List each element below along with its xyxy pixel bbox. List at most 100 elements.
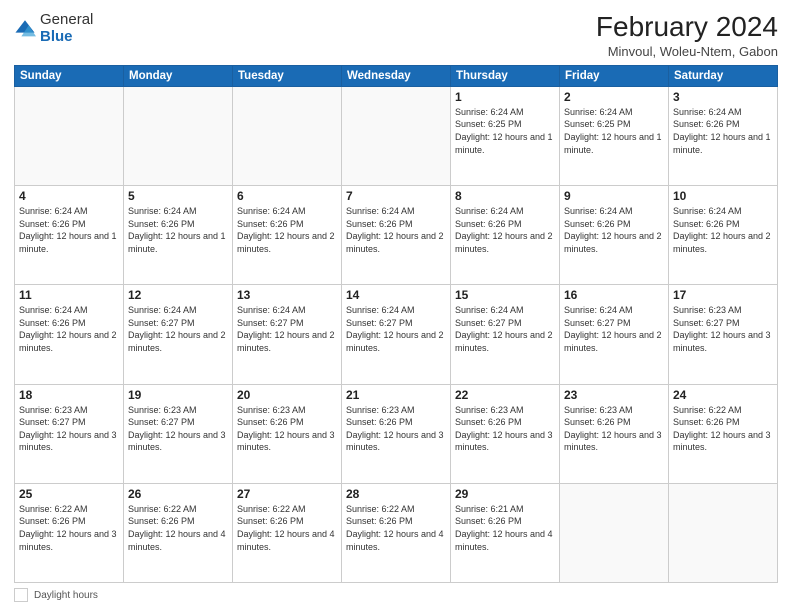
day-info: Sunrise: 6:23 AM Sunset: 6:26 PM Dayligh… <box>564 404 664 454</box>
day-info: Sunrise: 6:24 AM Sunset: 6:26 PM Dayligh… <box>128 205 228 255</box>
legend-label: Daylight hours <box>34 590 98 601</box>
day-number: 27 <box>237 487 337 501</box>
logo-blue: Blue <box>40 28 73 45</box>
day-number: 21 <box>346 388 446 402</box>
logo-icon <box>14 18 36 40</box>
day-number: 18 <box>19 388 119 402</box>
calendar-cell: 28 Sunrise: 6:22 AM Sunset: 6:26 PM Dayli… <box>342 483 451 582</box>
day-number: 9 <box>564 189 664 203</box>
day-info: Sunrise: 6:24 AM Sunset: 6:26 PM Dayligh… <box>673 106 773 156</box>
calendar-day-header-wednesday: Wednesday <box>342 65 451 86</box>
calendar-cell: 1Sunrise: 6:24 AM Sunset: 6:25 PM Daylig… <box>451 86 560 185</box>
calendar-cell: 11Sunrise: 6:24 AM Sunset: 6:26 PM Dayli… <box>15 285 124 384</box>
day-info: Sunrise: 6:22 AM Sunset: 6:26 PM Dayligh… <box>237 503 337 553</box>
calendar-day-header-saturday: Saturday <box>669 65 778 86</box>
day-number: 24 <box>673 388 773 402</box>
calendar-week-row: 1 Sunrise: 6:24 AM Sunset: 6:25 PM Daylig… <box>15 86 778 185</box>
header: General Blue February 2024 Minvoul, Wole… <box>14 12 778 59</box>
calendar-day-header-friday: Friday <box>560 65 669 86</box>
day-info: Sunrise: 6:22 AM Sunset: 6:26 PM Dayligh… <box>673 404 773 454</box>
calendar-cell: 4Sunrise: 6:24 AM Sunset: 6:26 PM Daylig… <box>15 186 124 285</box>
day-number: 8 <box>455 189 555 203</box>
calendar-cell: 9 Sunrise: 6:24 AM Sunset: 6:26 PM Daylig… <box>560 186 669 285</box>
calendar-cell: 23 Sunrise: 6:23 AM Sunset: 6:26 PM Dayli… <box>560 384 669 483</box>
calendar-cell: 13 Sunrise: 6:24 AM Sunset: 6:27 PM Dayli… <box>233 285 342 384</box>
day-info: Sunrise: 6:22 AM Sunset: 6:26 PM Dayligh… <box>19 503 119 553</box>
day-info: Sunrise: 6:23 AM Sunset: 6:27 PM Dayligh… <box>128 404 228 454</box>
calendar-day-header-sunday: Sunday <box>15 65 124 86</box>
calendar-cell: 17 Sunrise: 6:23 AM Sunset: 6:27 PM Dayli… <box>669 285 778 384</box>
calendar-cell: 8 Sunrise: 6:24 AM Sunset: 6:26 PM Daylig… <box>451 186 560 285</box>
page: General Blue February 2024 Minvoul, Wole… <box>0 0 792 612</box>
main-title: February 2024 <box>596 12 778 43</box>
legend: Daylight hours <box>14 588 778 602</box>
day-info: Sunrise: 6:23 AM Sunset: 6:27 PM Dayligh… <box>19 404 119 454</box>
calendar-cell: 5Sunrise: 6:24 AM Sunset: 6:26 PM Daylig… <box>124 186 233 285</box>
calendar-cell: 25 Sunrise: 6:22 AM Sunset: 6:26 PM Dayli… <box>15 483 124 582</box>
calendar-week-row: 4 Sunrise: 6:24 AM Sunset: 6:26 PM Daylig… <box>15 186 778 285</box>
calendar-day-header-monday: Monday <box>124 65 233 86</box>
day-info: Sunrise: 6:23 AM Sunset: 6:27 PM Dayligh… <box>673 304 773 354</box>
day-number: 12 <box>128 288 228 302</box>
day-number: 15 <box>455 288 555 302</box>
calendar-cell <box>233 86 342 185</box>
calendar-cell: 20Sunrise: 6:23 AM Sunset: 6:26 PM Dayli… <box>233 384 342 483</box>
day-info: Sunrise: 6:24 AM Sunset: 6:27 PM Dayligh… <box>237 304 337 354</box>
day-info: Sunrise: 6:24 AM Sunset: 6:26 PM Dayligh… <box>237 205 337 255</box>
legend-box <box>14 588 28 602</box>
calendar-cell: 22Sunrise: 6:23 AM Sunset: 6:26 PM Dayli… <box>451 384 560 483</box>
day-number: 1 <box>455 90 555 104</box>
calendar-cell: 2 Sunrise: 6:24 AM Sunset: 6:25 PM Daylig… <box>560 86 669 185</box>
day-number: 13 <box>237 288 337 302</box>
calendar-cell <box>15 86 124 185</box>
calendar-cell: 12 Sunrise: 6:24 AM Sunset: 6:27 PM Dayli… <box>124 285 233 384</box>
calendar-cell: 3 Sunrise: 6:24 AM Sunset: 6:26 PM Daylig… <box>669 86 778 185</box>
logo-general: General <box>40 11 93 28</box>
calendar-cell: 7Sunrise: 6:24 AM Sunset: 6:26 PM Daylig… <box>342 186 451 285</box>
day-info: Sunrise: 6:24 AM Sunset: 6:26 PM Dayligh… <box>564 205 664 255</box>
day-info: Sunrise: 6:24 AM Sunset: 6:27 PM Dayligh… <box>346 304 446 354</box>
calendar-day-header-thursday: Thursday <box>451 65 560 86</box>
day-info: Sunrise: 6:24 AM Sunset: 6:26 PM Dayligh… <box>673 205 773 255</box>
day-info: Sunrise: 6:24 AM Sunset: 6:26 PM Dayligh… <box>19 304 119 354</box>
day-info: Sunrise: 6:24 AM Sunset: 6:27 PM Dayligh… <box>128 304 228 354</box>
day-info: Sunrise: 6:24 AM Sunset: 6:26 PM Dayligh… <box>455 205 555 255</box>
day-info: Sunrise: 6:23 AM Sunset: 6:26 PM Dayligh… <box>237 404 337 454</box>
calendar-cell: 16 Sunrise: 6:24 AM Sunset: 6:27 PM Dayli… <box>560 285 669 384</box>
day-number: 2 <box>564 90 664 104</box>
day-info: Sunrise: 6:22 AM Sunset: 6:26 PM Dayligh… <box>346 503 446 553</box>
day-number: 10 <box>673 189 773 203</box>
day-number: 17 <box>673 288 773 302</box>
calendar-cell: 29 Sunrise: 6:21 AM Sunset: 6:26 PM Dayli… <box>451 483 560 582</box>
day-number: 28 <box>346 487 446 501</box>
title-block: February 2024 Minvoul, Woleu-Ntem, Gabon <box>596 12 778 59</box>
calendar-week-row: 18 Sunrise: 6:23 AM Sunset: 6:27 PM Dayli… <box>15 384 778 483</box>
day-info: Sunrise: 6:21 AM Sunset: 6:26 PM Dayligh… <box>455 503 555 553</box>
day-info: Sunrise: 6:24 AM Sunset: 6:25 PM Dayligh… <box>564 106 664 156</box>
calendar-day-header-tuesday: Tuesday <box>233 65 342 86</box>
day-info: Sunrise: 6:24 AM Sunset: 6:26 PM Dayligh… <box>346 205 446 255</box>
calendar-cell <box>560 483 669 582</box>
logo-text: General Blue <box>40 12 93 45</box>
day-number: 4 <box>19 189 119 203</box>
calendar-cell: 15Sunrise: 6:24 AM Sunset: 6:27 PM Dayli… <box>451 285 560 384</box>
day-number: 23 <box>564 388 664 402</box>
day-number: 25 <box>19 487 119 501</box>
day-number: 29 <box>455 487 555 501</box>
calendar-cell: 19Sunrise: 6:23 AM Sunset: 6:27 PM Dayli… <box>124 384 233 483</box>
subtitle: Minvoul, Woleu-Ntem, Gabon <box>596 44 778 59</box>
calendar-cell: 26 Sunrise: 6:22 AM Sunset: 6:26 PM Dayli… <box>124 483 233 582</box>
day-number: 3 <box>673 90 773 104</box>
calendar-cell <box>342 86 451 185</box>
calendar-header-row: SundayMondayTuesdayWednesdayThursdayFrid… <box>15 65 778 86</box>
calendar-cell <box>669 483 778 582</box>
calendar-cell: 10 Sunrise: 6:24 AM Sunset: 6:26 PM Dayli… <box>669 186 778 285</box>
day-number: 14 <box>346 288 446 302</box>
calendar-cell <box>124 86 233 185</box>
day-number: 16 <box>564 288 664 302</box>
day-info: Sunrise: 6:24 AM Sunset: 6:27 PM Dayligh… <box>564 304 664 354</box>
calendar-cell: 18 Sunrise: 6:23 AM Sunset: 6:27 PM Dayli… <box>15 384 124 483</box>
day-info: Sunrise: 6:22 AM Sunset: 6:26 PM Dayligh… <box>128 503 228 553</box>
day-number: 6 <box>237 189 337 203</box>
day-number: 26 <box>128 487 228 501</box>
